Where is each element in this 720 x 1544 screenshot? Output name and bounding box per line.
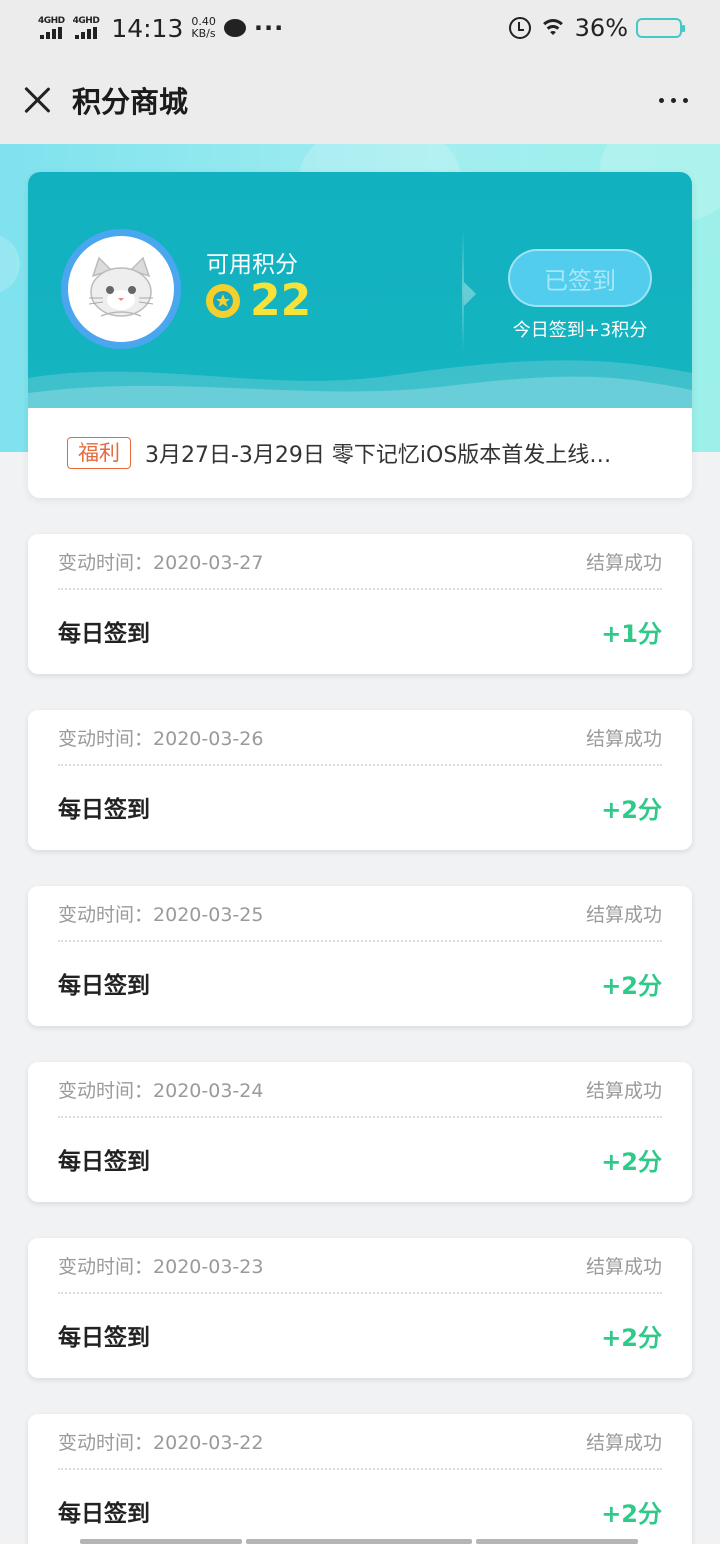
- record-time: 变动时间：2020-03-24: [58, 1079, 264, 1102]
- points-value: 22: [250, 275, 312, 326]
- notice-bar[interactable]: 福利 3月27日-3月29日 零下记忆iOS版本首发上线…: [28, 408, 692, 498]
- list-item[interactable]: 变动时间：2020-03-23 结算成功 每日签到 +2分: [28, 1238, 692, 1378]
- list-item[interactable]: 变动时间：2020-03-25 结算成功 每日签到 +2分: [28, 886, 692, 1026]
- list-item[interactable]: 变动时间：2020-03-22 结算成功 每日签到 +2分: [28, 1414, 692, 1544]
- record-time: 变动时间：2020-03-23: [58, 1255, 264, 1278]
- more-options-button[interactable]: [659, 97, 688, 103]
- record-title: 每日签到: [58, 1325, 150, 1351]
- page-title: 积分商城: [72, 85, 189, 119]
- record-status: 结算成功: [585, 1255, 662, 1278]
- record-status: 结算成功: [585, 727, 662, 750]
- record-time: 变动时间：2020-03-27: [58, 551, 264, 574]
- points-summary: 可用积分 22 已签到 今日签到+3积分: [28, 172, 692, 408]
- record-time: 变动时间：2020-03-22: [58, 1431, 264, 1454]
- record-title: 每日签到: [58, 621, 150, 647]
- star-coin-icon: [206, 284, 240, 318]
- record-status: 结算成功: [585, 1431, 662, 1454]
- record-title: 每日签到: [58, 1149, 150, 1175]
- status-time: 14:13: [111, 13, 184, 43]
- more-notifications-icon: ···: [253, 14, 285, 42]
- record-time: 变动时间：2020-03-25: [58, 903, 264, 926]
- list-item[interactable]: 变动时间：2020-03-27 结算成功 每日签到 +1分: [28, 534, 692, 674]
- record-points: +2分: [601, 1499, 662, 1528]
- points-label: 可用积分: [206, 252, 298, 278]
- signal-2-icon: 4GHD: [73, 17, 100, 39]
- cat-avatar-icon: [88, 256, 154, 317]
- list-item[interactable]: 变动时间：2020-03-26 结算成功 每日签到 +2分: [28, 710, 692, 850]
- points-card: 可用积分 22 已签到 今日签到+3积分 福利 3月27日-3月29日 零下记忆…: [28, 172, 692, 498]
- close-icon[interactable]: [22, 85, 52, 115]
- record-title: 每日签到: [58, 973, 150, 999]
- bottom-indicator: [80, 1539, 638, 1544]
- signal-1-icon: 4GHD: [38, 17, 65, 39]
- record-points: +2分: [601, 1147, 662, 1176]
- wifi-icon: [538, 17, 567, 39]
- title-bar: 积分商城: [0, 56, 720, 144]
- battery-percent: 36%: [574, 14, 628, 42]
- sign-in-tip: 今日签到+3积分: [512, 320, 648, 341]
- record-title: 每日签到: [58, 797, 150, 823]
- record-time: 变动时间：2020-03-26: [58, 727, 264, 750]
- record-points: +2分: [601, 795, 662, 824]
- points-records-list: 变动时间：2020-03-27 结算成功 每日签到 +1分 变动时间：2020-…: [28, 534, 692, 1544]
- wave-decoration: [28, 360, 692, 408]
- record-status: 结算成功: [585, 903, 662, 926]
- divider-arrow-icon: [464, 282, 476, 306]
- signed-in-button[interactable]: 已签到: [508, 249, 652, 307]
- record-points: +1分: [601, 619, 662, 648]
- notice-text: 3月27日-3月29日 零下记忆iOS版本首发上线…: [145, 443, 612, 468]
- network-speed: 0.40 KB/s: [191, 15, 216, 40]
- record-points: +2分: [601, 971, 662, 1000]
- battery-icon: [636, 18, 685, 38]
- record-title: 每日签到: [58, 1501, 150, 1527]
- message-bubble-icon: [223, 19, 246, 37]
- record-points: +2分: [601, 1323, 662, 1352]
- avatar[interactable]: [61, 229, 181, 349]
- list-item[interactable]: 变动时间：2020-03-24 结算成功 每日签到 +2分: [28, 1062, 692, 1202]
- record-status: 结算成功: [585, 551, 662, 574]
- alarm-icon: [508, 17, 531, 39]
- status-bar: 4GHD 4GHD 14:13 0.40 KB/s ··· 36%: [0, 0, 720, 56]
- record-status: 结算成功: [585, 1079, 662, 1102]
- welfare-badge: 福利: [67, 437, 131, 469]
